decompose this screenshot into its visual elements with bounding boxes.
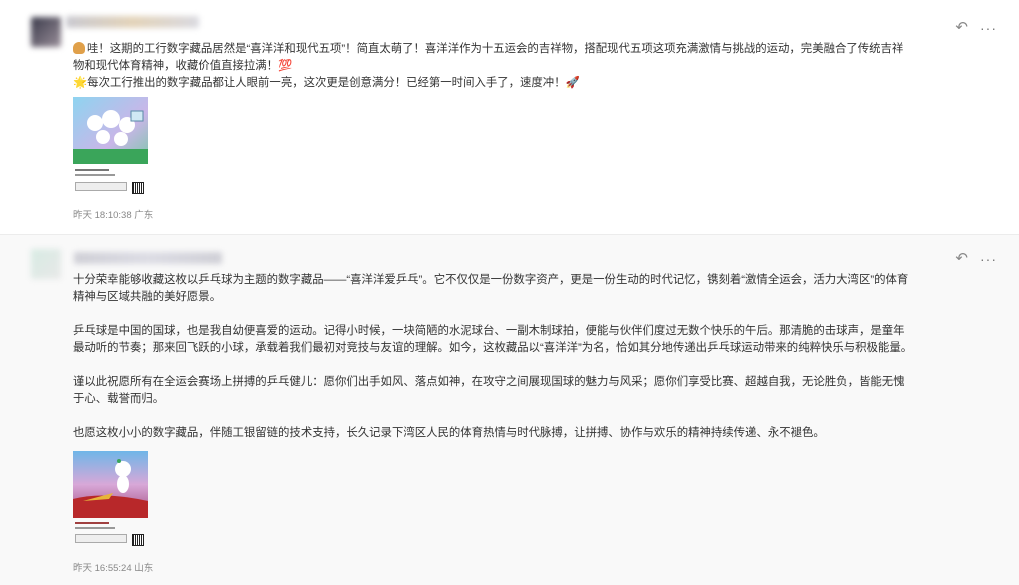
reply-icon[interactable]: ↶ — [955, 251, 968, 267]
comment-meta: 昨天 18:10:38 广东 — [73, 210, 154, 221]
hand-emoji-icon — [73, 42, 85, 54]
more-icon[interactable]: ··· — [980, 20, 997, 36]
pleasant-goat-ping-pong-icon — [73, 451, 148, 518]
comment-paragraph: 🌟每次工行推出的数字藏品都让人眼前一亮，这次更是创意满分！已经第一时间入手了，速… — [73, 77, 580, 89]
avatar[interactable] — [31, 17, 61, 47]
comment-actions: ↶ ··· — [955, 251, 997, 268]
qr-code-icon — [132, 182, 144, 194]
reply-icon[interactable]: ↶ — [955, 20, 968, 36]
pleasant-goat-pentathlon-icon — [73, 97, 148, 164]
comment-card: ↶ ··· 哇！这期的工行数字藏品居然是“喜洋洋和现代五项”！简直太萌了！喜洋洋… — [0, 0, 1019, 228]
comment-paragraph: 也愿这枚小小的数字藏品，伴随工银留链的技术支持，长久记录下湾区人民的体育热情与时… — [73, 427, 825, 439]
comment-paragraph: 谨以此祝愿所有在全运会赛场上拼搏的乒乓健儿：愿你们出手如风、落点如神，在攻守之间… — [73, 376, 905, 405]
qr-code-icon — [132, 534, 144, 546]
comment-meta: 昨天 16:55:24 山东 — [73, 563, 154, 574]
comment-paragraph: 哇！这期的工行数字藏品居然是“喜洋洋和现代五项”！简直太萌了！喜洋洋作为十五运会… — [73, 42, 904, 72]
nft-thumbnail-caption — [73, 166, 148, 198]
comment-paragraph: 十分荣幸能够收藏这枚以乒乓球为主题的数字藏品——“喜洋洋爱乒乓”。它不仅仅是一份… — [73, 274, 909, 303]
username-blurred[interactable] — [74, 252, 222, 264]
comment-actions: ↶ ··· — [955, 20, 997, 37]
comment-body: 十分荣幸能够收藏这枚以乒乓球为主题的数字藏品——“喜洋洋爱乒乓”。它不仅仅是一份… — [73, 272, 913, 442]
comment-card: ↶ ··· 十分荣幸能够收藏这枚以乒乓球为主题的数字藏品——“喜洋洋爱乒乓”。它… — [0, 234, 1019, 585]
comment-body: 哇！这期的工行数字藏品居然是“喜洋洋和现代五项”！简直太萌了！喜洋洋作为十五运会… — [73, 41, 913, 92]
nft-thumbnail-image[interactable] — [73, 97, 148, 164]
avatar[interactable] — [31, 249, 61, 279]
comment-paragraph: 乒乓球是中国的国球，也是我自幼便喜爱的运动。记得小时候，一块简陋的水泥球台、一副… — [73, 325, 913, 354]
nft-thumbnail-caption — [73, 519, 148, 551]
username-blurred[interactable] — [66, 16, 199, 28]
nft-thumbnail-image[interactable] — [73, 451, 148, 518]
more-icon[interactable]: ··· — [980, 251, 997, 267]
